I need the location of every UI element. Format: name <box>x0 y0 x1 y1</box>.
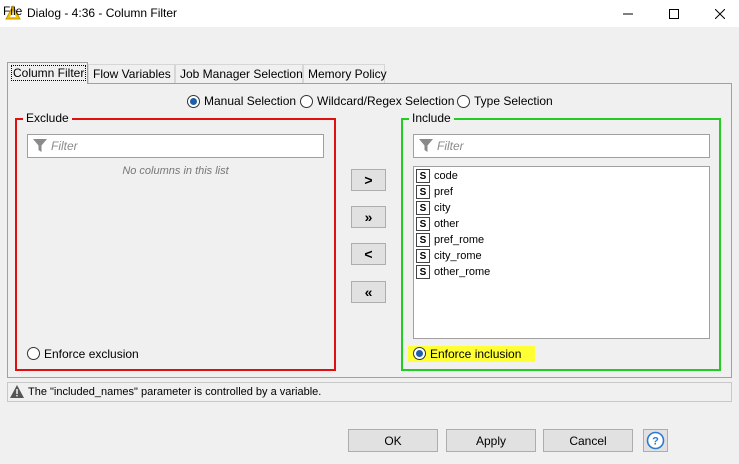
string-type-icon: S <box>416 265 430 279</box>
tab-column-filter[interactable]: Column Filter <box>7 62 88 84</box>
string-type-icon: S <box>416 201 430 215</box>
list-item[interactable]: Scode <box>416 168 458 184</box>
tab-flow-variables[interactable]: Flow Variables <box>88 64 175 83</box>
menu-bar <box>0 27 739 49</box>
remove-button[interactable]: < <box>351 243 386 265</box>
string-type-icon: S <box>416 185 430 199</box>
tab-job-manager-selection[interactable]: Job Manager Selection <box>175 64 303 83</box>
radio-type-selection-label: Type Selection <box>474 94 553 108</box>
exclude-filter-placeholder: Filter <box>51 139 78 153</box>
help-icon: ? <box>646 431 665 450</box>
radio-manual-selection-label: Manual Selection <box>204 94 297 108</box>
ok-button[interactable]: OK <box>348 429 438 452</box>
radio-wildcard-regex-label: Wildcard/Regex Selection <box>317 94 455 108</box>
string-type-icon: S <box>416 233 430 247</box>
help-button[interactable]: ? <box>643 429 668 452</box>
window-title: Dialog - 4:36 - Column Filter <box>27 6 178 20</box>
include-filter-input[interactable]: Filter <box>413 134 710 158</box>
radio-type-selection[interactable] <box>457 95 470 108</box>
minimize-button[interactable] <box>605 0 651 27</box>
maximize-button[interactable] <box>651 0 697 27</box>
menu-file[interactable]: File <box>3 4 22 18</box>
list-item[interactable]: Sother_rome <box>416 264 490 280</box>
minimize-icon <box>623 13 633 14</box>
close-icon <box>715 8 725 19</box>
svg-text:?: ? <box>652 436 659 448</box>
warning-icon <box>10 385 24 401</box>
maximize-icon <box>669 8 679 19</box>
remove-all-button[interactable]: « <box>351 281 386 303</box>
enforce-inclusion-label: Enforce inclusion <box>430 347 522 361</box>
include-column-list[interactable]: Scode Spref Scity Sother Spref_rome Scit… <box>413 166 710 339</box>
string-type-icon: S <box>416 217 430 231</box>
list-item[interactable]: Scity_rome <box>416 248 482 264</box>
string-type-icon: S <box>416 249 430 263</box>
exclude-empty-message: No columns in this list <box>122 165 229 177</box>
list-item[interactable]: Sother <box>416 216 459 232</box>
radio-wildcard-regex[interactable] <box>300 95 313 108</box>
tab-memory-policy[interactable]: Memory Policy <box>303 64 387 83</box>
radio-enforce-exclusion[interactable] <box>27 347 40 360</box>
apply-button[interactable]: Apply <box>446 429 536 452</box>
list-item[interactable]: Spref_rome <box>416 232 484 248</box>
close-button[interactable] <box>697 0 739 27</box>
include-title: Include <box>409 111 454 125</box>
radio-enforce-inclusion[interactable] <box>413 347 426 360</box>
exclude-filter-input[interactable]: Filter <box>27 134 324 158</box>
string-type-icon: S <box>416 169 430 183</box>
status-message: The "included_names" parameter is contro… <box>28 386 322 398</box>
filter-icon <box>33 139 47 156</box>
filter-icon <box>419 139 433 156</box>
include-filter-placeholder: Filter <box>437 139 464 153</box>
add-button[interactable]: > <box>351 169 386 191</box>
cancel-button[interactable]: Cancel <box>543 429 633 452</box>
radio-manual-selection[interactable] <box>187 95 200 108</box>
list-item[interactable]: Spref <box>416 184 453 200</box>
enforce-exclusion-label: Enforce exclusion <box>44 347 139 361</box>
exclude-title: Exclude <box>23 111 72 125</box>
add-all-button[interactable]: » <box>351 206 386 228</box>
list-item[interactable]: Scity <box>416 200 451 216</box>
